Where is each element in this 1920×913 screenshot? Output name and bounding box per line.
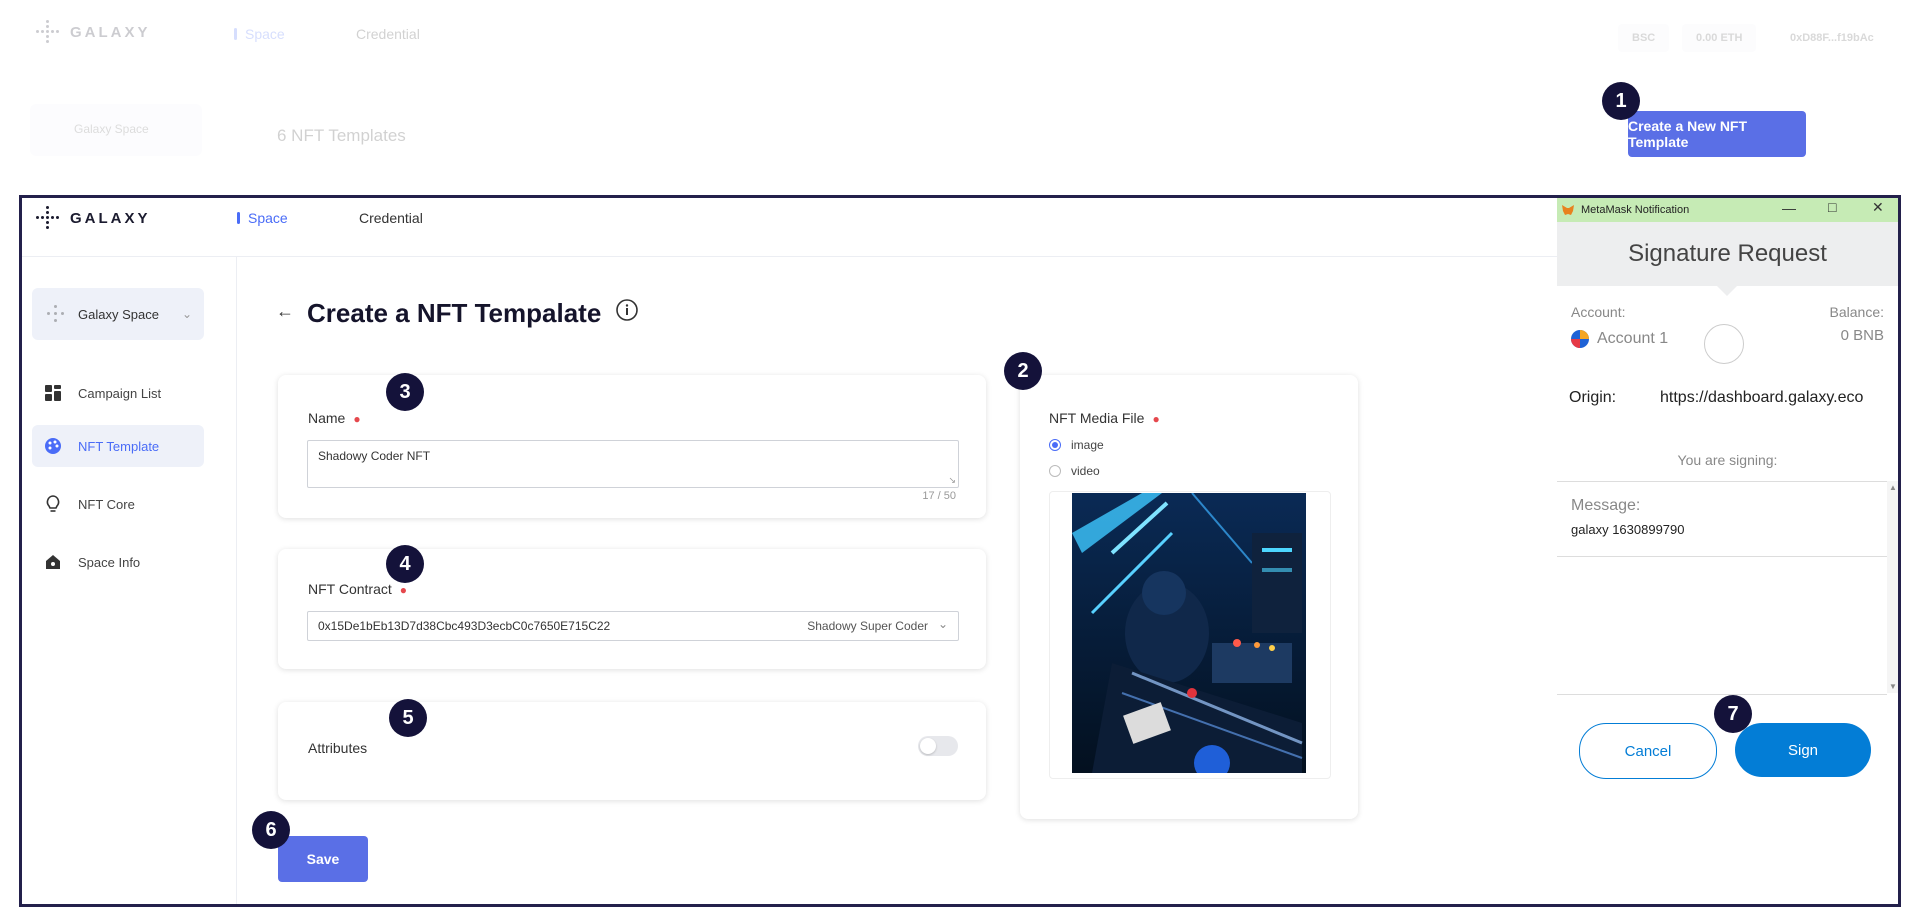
origin-label: Origin:	[1569, 389, 1617, 406]
minimize-icon[interactable]: —	[1782, 200, 1796, 216]
bg-logo: GALAXY	[36, 20, 151, 44]
maximize-icon[interactable]: □	[1828, 199, 1836, 215]
account-selector[interactable]: Account 1	[1571, 330, 1668, 348]
you-are-signing-label: You are signing:	[1677, 452, 1778, 468]
identicon	[1704, 324, 1744, 364]
sidebar-item-label: NFT Core	[78, 496, 135, 512]
app-logo[interactable]: GALAXY	[36, 206, 151, 230]
name-label: Name ●	[308, 410, 361, 426]
chevron-down-icon: ⌄	[937, 617, 948, 631]
sidebar-item-campaign-list[interactable]: Campaign List	[32, 372, 204, 414]
scroll-down-icon[interactable]: ▼	[1889, 682, 1897, 691]
galaxy-logo-icon	[36, 20, 60, 44]
sidebar-item-label: Campaign List	[78, 385, 162, 401]
resize-handle-icon[interactable]: ↘	[948, 475, 956, 486]
scroll-up-icon[interactable]: ▲	[1889, 483, 1897, 492]
palette-icon	[44, 437, 62, 455]
name-char-counter: 17 / 50	[922, 490, 956, 502]
nft-contract-select[interactable]: 0x15De1bEb13D7d38Cbc493D3ecbC0c7650E715C…	[307, 611, 959, 641]
attributes-card: Attributes	[278, 702, 986, 800]
create-nft-template-button[interactable]: Create a New NFT Template	[1628, 111, 1806, 157]
name-input[interactable]: Shadowy Coder NFT ↘	[307, 440, 959, 488]
space-selector-label: Galaxy Space	[78, 306, 159, 322]
logo-text: GALAXY	[70, 209, 151, 227]
step-badge-7: 7	[1714, 695, 1752, 733]
space-logo-icon	[46, 305, 64, 323]
account-avatar-icon	[1571, 330, 1589, 348]
bg-nav-credential[interactable]: Credential	[356, 26, 420, 42]
step-badge-1: 1	[1602, 82, 1640, 120]
sidebar-item-space-info[interactable]: Space Info	[32, 541, 204, 583]
contract-name: Shadowy Super Coder	[807, 619, 928, 633]
sign-button[interactable]: Sign	[1735, 723, 1871, 777]
info-icon[interactable]	[615, 298, 639, 329]
save-button[interactable]: Save	[278, 836, 368, 882]
nft-contract-card: NFT Contract ● 0x15De1bEb13D7d38Cbc493D3e…	[278, 549, 986, 669]
origin-value: https://dashboard.galaxy.eco	[1660, 389, 1864, 406]
step-badge-2: 2	[1004, 352, 1042, 390]
nft-contract-label: NFT Contract ●	[308, 581, 408, 597]
nft-preview-image	[1072, 493, 1306, 773]
signature-request-header: Signature Request	[1557, 222, 1898, 286]
sidebar-item-nft-template[interactable]: NFT Template	[32, 425, 204, 467]
attributes-label: Attributes	[308, 740, 368, 756]
step-badge-5: 5	[389, 699, 427, 737]
nft-media-label: NFT Media File ●	[1049, 410, 1160, 426]
balance-value: 0 BNB	[1840, 327, 1884, 344]
nav-space[interactable]: Space	[237, 210, 288, 226]
contract-address: 0x15De1bEb13D7d38Cbc493D3ecbC0c7650E715C…	[318, 619, 611, 633]
sidebar: Galaxy Space ⌄ Campaign List NFT Templat…	[22, 256, 237, 904]
bg-nav-space[interactable]: Space	[234, 26, 285, 42]
sidebar-item-nft-core[interactable]: NFT Core	[32, 483, 204, 525]
message-box: Message: galaxy 1630899790	[1557, 481, 1887, 695]
bg-template-count: 6 NFT Templates	[277, 126, 406, 145]
message-label: Message:	[1571, 497, 1641, 514]
account-label: Account:	[1571, 304, 1626, 320]
message-scrollbar[interactable]: ▲ ▼	[1887, 481, 1898, 693]
name-card: Name ● Shadowy Coder NFT ↘ 17 / 50	[278, 375, 986, 518]
bg-balance-pill[interactable]: 0.00 ETH	[1682, 24, 1757, 52]
home-icon	[44, 553, 62, 571]
attributes-toggle[interactable]	[918, 736, 958, 756]
chevron-down-icon: ⌄	[181, 307, 192, 321]
media-preview-frame[interactable]	[1049, 491, 1331, 779]
media-radio-image[interactable]: image	[1049, 438, 1104, 452]
bg-logo-text: GALAXY	[70, 23, 151, 41]
nft-media-card: NFT Media File ● image video	[1020, 375, 1358, 819]
bg-network-pill[interactable]: BSC	[1618, 24, 1670, 52]
bg-space-selector[interactable]: Galaxy Space	[30, 104, 202, 156]
message-value: galaxy 1630899790	[1571, 522, 1685, 537]
cancel-button[interactable]: Cancel	[1579, 723, 1717, 779]
step-badge-4: 4	[386, 545, 424, 583]
balance-label: Balance:	[1829, 304, 1884, 320]
metamask-popup: MetaMask Notification — □ ✕ Signature Re…	[1557, 198, 1898, 904]
back-arrow-icon[interactable]: ←	[276, 301, 294, 322]
media-radio-video[interactable]: video	[1049, 464, 1100, 478]
nav-credential[interactable]: Credential	[359, 210, 423, 226]
step-badge-3: 3	[386, 373, 424, 411]
step-badge-6: 6	[252, 811, 290, 849]
galaxy-logo-icon	[36, 206, 60, 230]
metamask-titlebar: MetaMask Notification — □ ✕	[1557, 198, 1898, 222]
screenshot-frame: GALAXY Space Credential Galaxy Space ⌄ C…	[19, 195, 1901, 907]
metamask-fox-icon	[1562, 205, 1574, 215]
bg-address-pill[interactable]: 0xD88F...f19bAc	[1776, 24, 1888, 52]
close-icon[interactable]: ✕	[1872, 199, 1884, 216]
grid-icon	[44, 384, 62, 402]
space-selector[interactable]: Galaxy Space ⌄	[32, 288, 204, 340]
bulb-icon	[44, 495, 62, 513]
sidebar-item-label: NFT Template	[78, 438, 160, 454]
page-title: Create a NFT Tempalate	[307, 298, 639, 329]
sidebar-item-label: Space Info	[78, 554, 141, 570]
